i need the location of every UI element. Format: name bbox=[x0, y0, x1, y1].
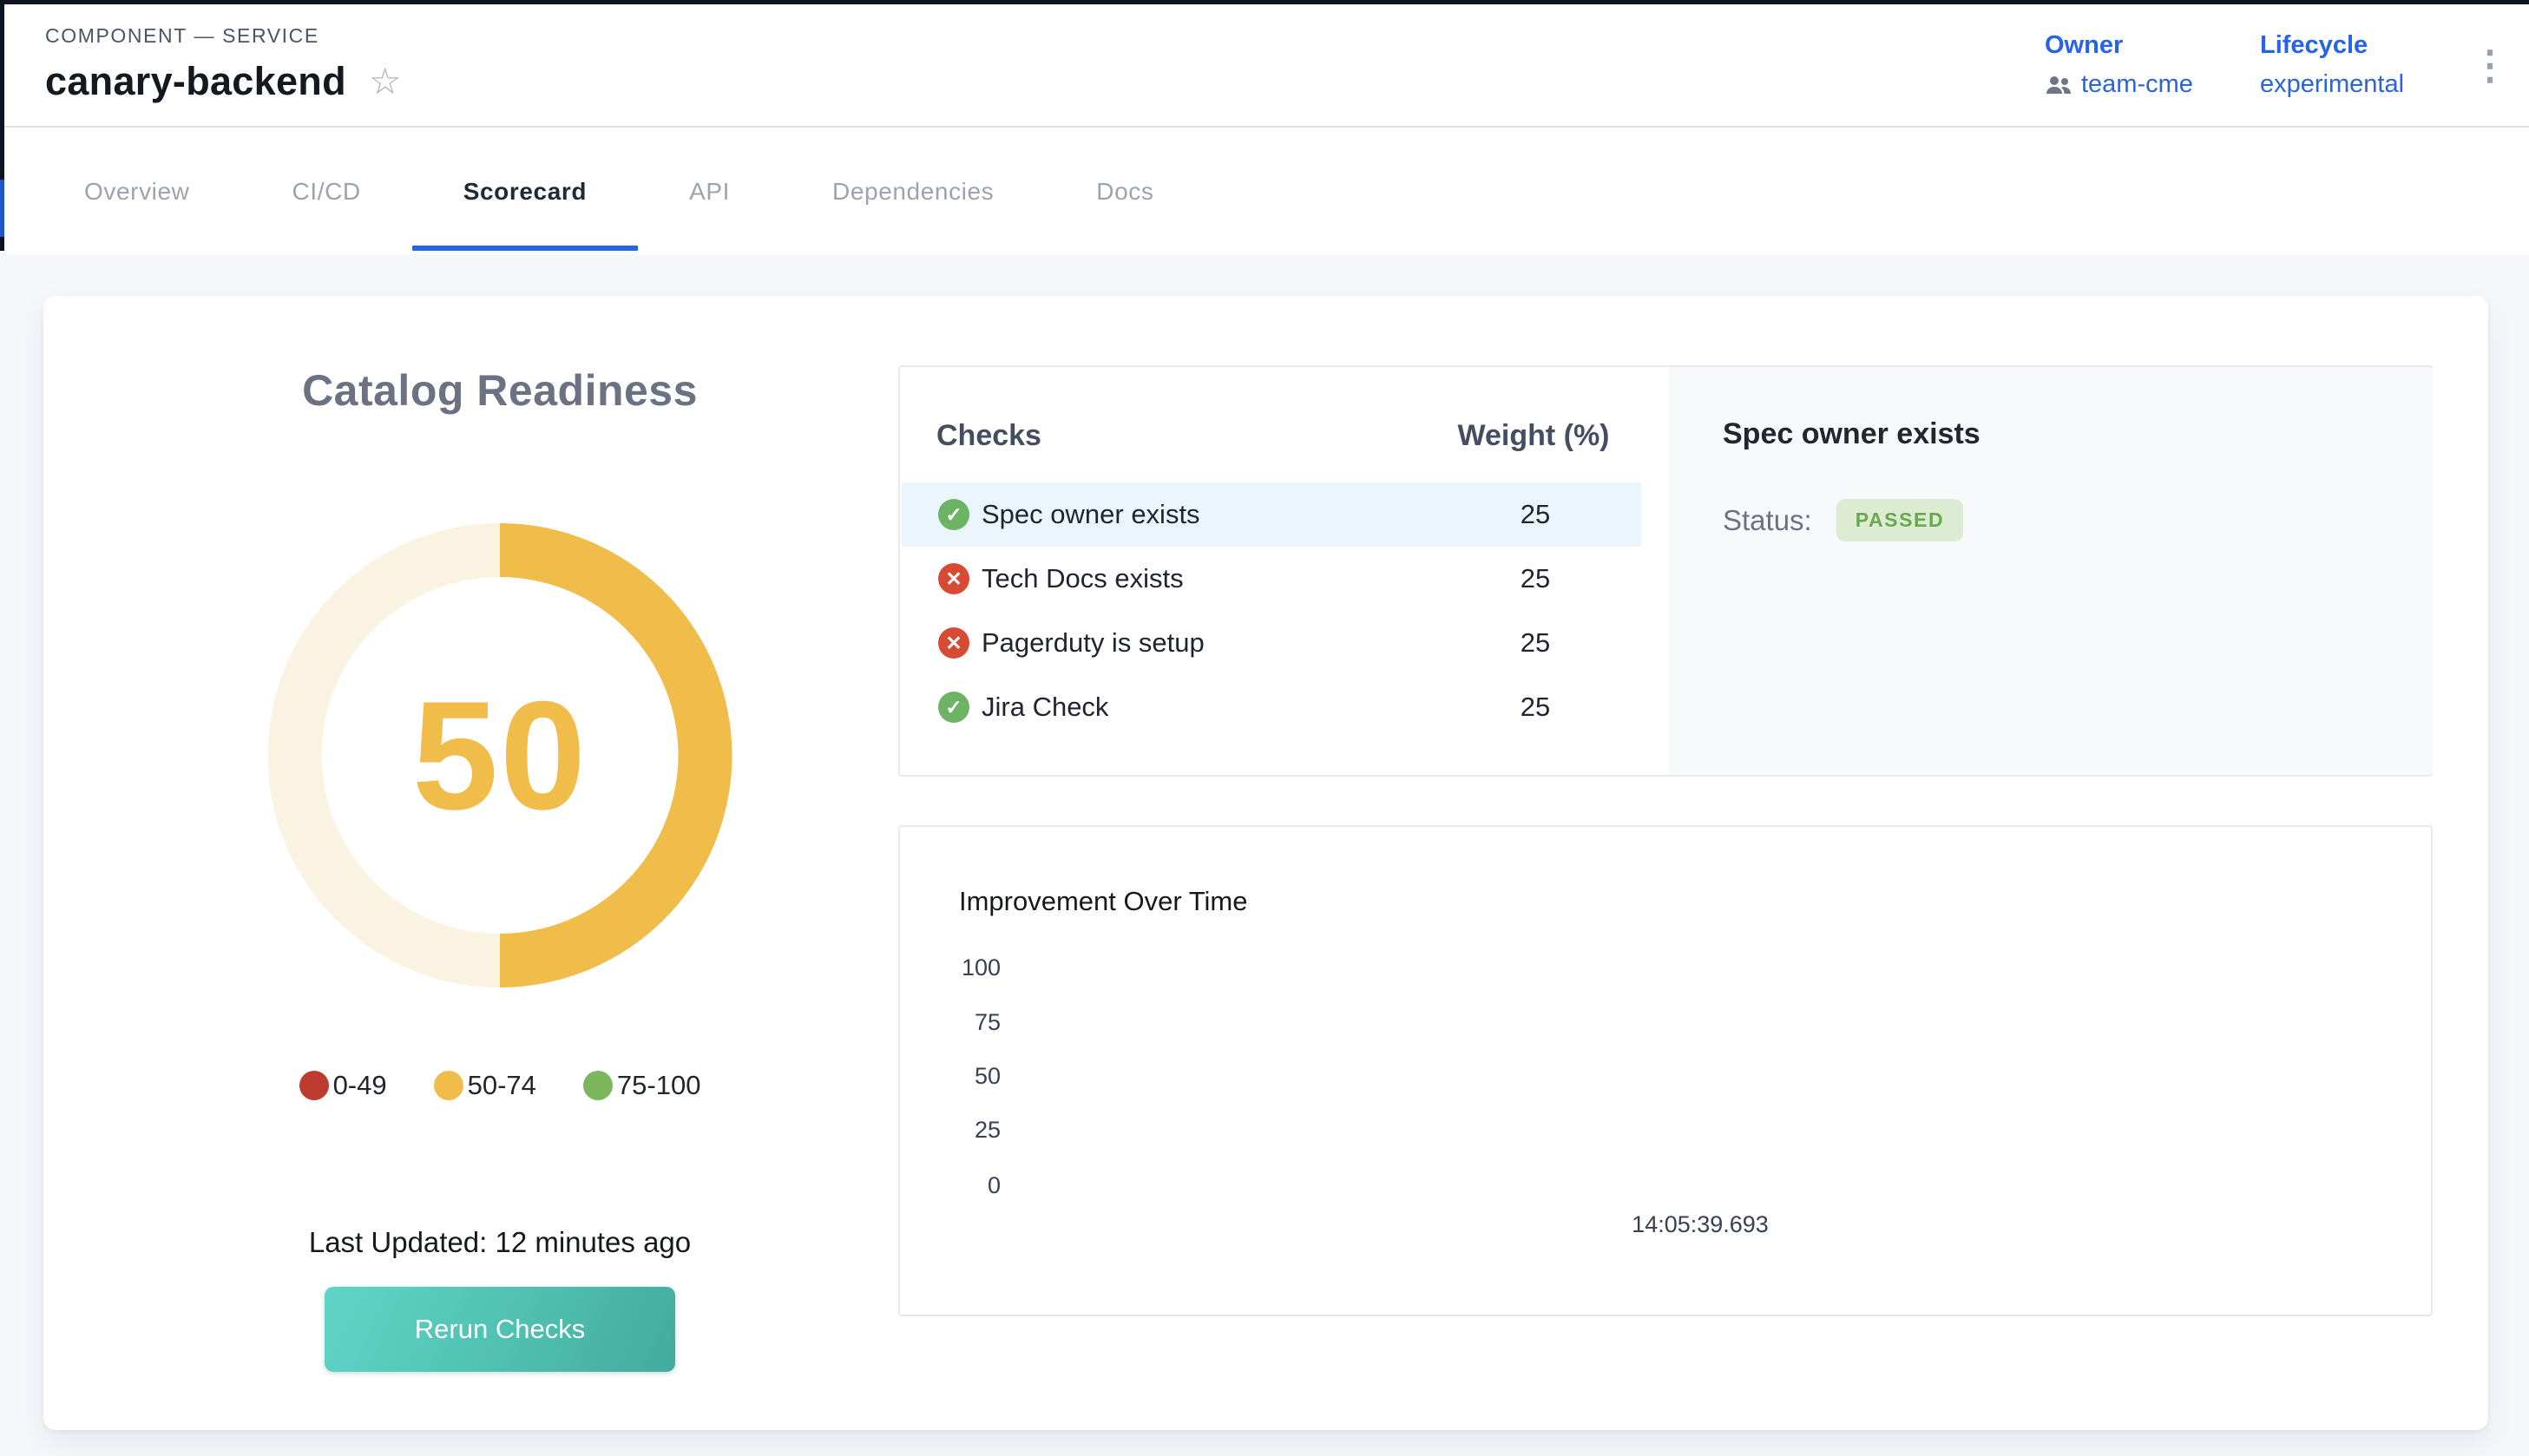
check-passed-icon: ✓ bbox=[938, 499, 969, 530]
chart-title: Improvement Over Time bbox=[959, 886, 1247, 917]
check-failed-icon: ✕ bbox=[938, 563, 969, 594]
last-updated-text: Last Updated: 12 minutes ago bbox=[43, 1226, 956, 1259]
tab-scorecard[interactable]: Scorecard bbox=[412, 129, 638, 254]
owner-value-link[interactable]: team-cme bbox=[2081, 70, 2193, 99]
status-label: Status: bbox=[1723, 504, 1812, 537]
rerun-checks-button[interactable]: Rerun Checks bbox=[325, 1287, 675, 1372]
score-value: 50 bbox=[412, 666, 588, 844]
owner-value-row[interactable]: team-cme bbox=[2045, 70, 2193, 99]
check-label: Pagerduty is setup bbox=[982, 627, 1205, 659]
legend-dot-amber bbox=[434, 1071, 463, 1100]
y-tick: 75 bbox=[933, 1009, 1001, 1036]
check-detail-panel: Spec owner exists Status: PASSED bbox=[1669, 367, 2433, 775]
status-badge: PASSED bbox=[1836, 499, 1963, 541]
more-options-kebab-icon[interactable]: ⋮ bbox=[2470, 45, 2510, 85]
entity-tab-bar: Overview CI/CD Scorecard API Dependencie… bbox=[0, 129, 2529, 254]
tab-dependencies[interactable]: Dependencies bbox=[781, 129, 1045, 254]
lifecycle-label: Lifecycle bbox=[2260, 31, 2404, 60]
legend-label: 50-74 bbox=[468, 1070, 536, 1101]
check-row-pagerduty[interactable]: ✕ Pagerduty is setup 25 bbox=[902, 611, 1641, 675]
service-catalog-page: COMPONENT — SERVICE canary-backend ☆ Own… bbox=[0, 0, 2529, 1456]
improvement-chart: Improvement Over Time 100 75 50 25 0 14:… bbox=[898, 825, 2433, 1316]
check-weight: 25 bbox=[1448, 627, 1622, 659]
check-label: Spec owner exists bbox=[982, 499, 1200, 530]
check-passed-icon: ✓ bbox=[938, 692, 969, 723]
legend-item-high: 75-100 bbox=[583, 1070, 701, 1101]
entity-header: COMPONENT — SERVICE canary-backend ☆ Own… bbox=[0, 0, 2529, 128]
score-legend: 0-49 50-74 75-100 bbox=[43, 1070, 956, 1101]
legend-dot-red bbox=[299, 1071, 329, 1100]
owner-field: Owner team-cme bbox=[2045, 31, 2193, 99]
y-tick: 100 bbox=[933, 954, 1001, 981]
tab-overview[interactable]: Overview bbox=[33, 129, 241, 254]
score-gauge: 50 bbox=[268, 523, 732, 987]
scorecard-title: Catalog Readiness bbox=[43, 365, 956, 416]
window-left-edge bbox=[0, 237, 4, 251]
legend-dot-green bbox=[583, 1071, 613, 1100]
owner-label: Owner bbox=[2045, 31, 2193, 60]
favorite-star-icon[interactable]: ☆ bbox=[369, 63, 402, 100]
tab-api[interactable]: API bbox=[638, 129, 781, 254]
lifecycle-field: Lifecycle experimental bbox=[2260, 31, 2404, 99]
page-title: canary-backend bbox=[45, 59, 346, 104]
checks-table: Checks Weight (%) ✓ Spec owner exists 25… bbox=[900, 367, 1669, 775]
team-icon bbox=[2045, 75, 2072, 95]
check-row-spec-owner[interactable]: ✓ Spec owner exists 25 bbox=[902, 482, 1641, 547]
weight-column-header: Weight (%) bbox=[1447, 419, 1620, 453]
lifecycle-value: experimental bbox=[2260, 70, 2404, 99]
checks-panel: Checks Weight (%) ✓ Spec owner exists 25… bbox=[898, 365, 2433, 777]
gauge-column: Catalog Readiness 50 0-49 50-74 bbox=[43, 296, 956, 1430]
check-status-row: Status: PASSED bbox=[1723, 499, 1963, 541]
check-label: Jira Check bbox=[982, 692, 1108, 723]
legend-item-low: 0-49 bbox=[299, 1070, 387, 1101]
content-area: Catalog Readiness 50 0-49 50-74 bbox=[0, 254, 2529, 1456]
tab-cicd[interactable]: CI/CD bbox=[241, 129, 412, 254]
check-failed-icon: ✕ bbox=[938, 627, 969, 659]
legend-label: 0-49 bbox=[333, 1070, 387, 1101]
check-row-tech-docs[interactable]: ✕ Tech Docs exists 25 bbox=[902, 547, 1641, 611]
x-tick-timestamp: 14:05:39.693 bbox=[1632, 1211, 1769, 1238]
legend-label: 75-100 bbox=[617, 1070, 701, 1101]
window-left-edge-accent bbox=[0, 180, 4, 237]
checks-column-header: Checks bbox=[936, 419, 1041, 453]
check-weight: 25 bbox=[1448, 692, 1622, 723]
check-weight: 25 bbox=[1448, 499, 1622, 530]
entity-title-row: canary-backend ☆ bbox=[45, 59, 402, 104]
scorecard-card: Catalog Readiness 50 0-49 50-74 bbox=[43, 296, 2488, 1430]
tab-docs[interactable]: Docs bbox=[1045, 129, 1205, 254]
check-row-jira[interactable]: ✓ Jira Check 25 bbox=[902, 675, 1641, 739]
score-gauge-inner: 50 bbox=[322, 577, 679, 934]
y-tick: 50 bbox=[933, 1063, 1001, 1090]
check-label: Tech Docs exists bbox=[982, 563, 1184, 594]
window-left-edge bbox=[0, 0, 4, 180]
check-detail-title: Spec owner exists bbox=[1723, 417, 1981, 451]
y-tick: 0 bbox=[933, 1172, 1001, 1199]
window-top-edge bbox=[0, 0, 2529, 4]
legend-item-mid: 50-74 bbox=[434, 1070, 536, 1101]
entity-kind-breadcrumb: COMPONENT — SERVICE bbox=[45, 24, 319, 48]
y-tick: 25 bbox=[933, 1117, 1001, 1144]
check-weight: 25 bbox=[1448, 563, 1622, 594]
